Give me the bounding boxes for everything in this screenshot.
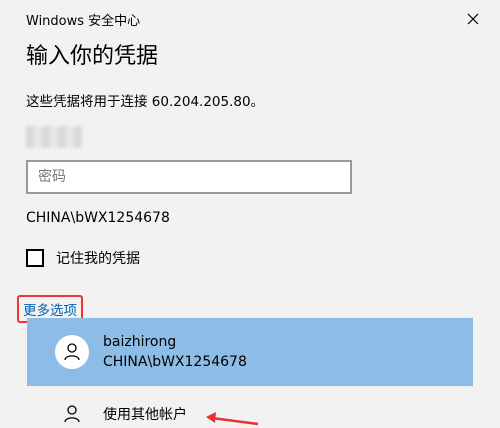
username-blurred [26, 126, 82, 148]
account-text: baizhirong CHINA\bWX1254678 [103, 332, 247, 372]
annotation-arrow-icon [206, 412, 259, 426]
close-button[interactable] [460, 6, 486, 32]
person-icon [64, 405, 80, 423]
connection-description: 这些凭据将用于连接 60.204.205.80。 [26, 94, 265, 110]
credential-dialog: Windows 安全中心 输入你的凭据 这些凭据将用于连接 60.204.205… [0, 0, 500, 428]
window-title: Windows 安全中心 [26, 14, 141, 29]
password-input[interactable] [26, 160, 352, 194]
close-icon [467, 13, 479, 25]
avatar [55, 335, 89, 369]
person-icon [64, 343, 80, 361]
avatar [55, 400, 89, 428]
remember-label: 记住我的凭据 [56, 251, 140, 267]
account-item-selected[interactable]: baizhirong CHINA\bWX1254678 [27, 318, 473, 386]
remember-credentials[interactable]: 记住我的凭据 [26, 248, 140, 268]
domain-user-label: CHINA\bWX1254678 [26, 210, 170, 226]
account-domain-user: CHINA\bWX1254678 [103, 354, 247, 370]
page-title: 输入你的凭据 [26, 44, 159, 69]
remember-checkbox[interactable] [26, 249, 44, 267]
account-name: baizhirong [103, 334, 177, 350]
use-other-account-label: 使用其他帐户 [103, 407, 187, 423]
